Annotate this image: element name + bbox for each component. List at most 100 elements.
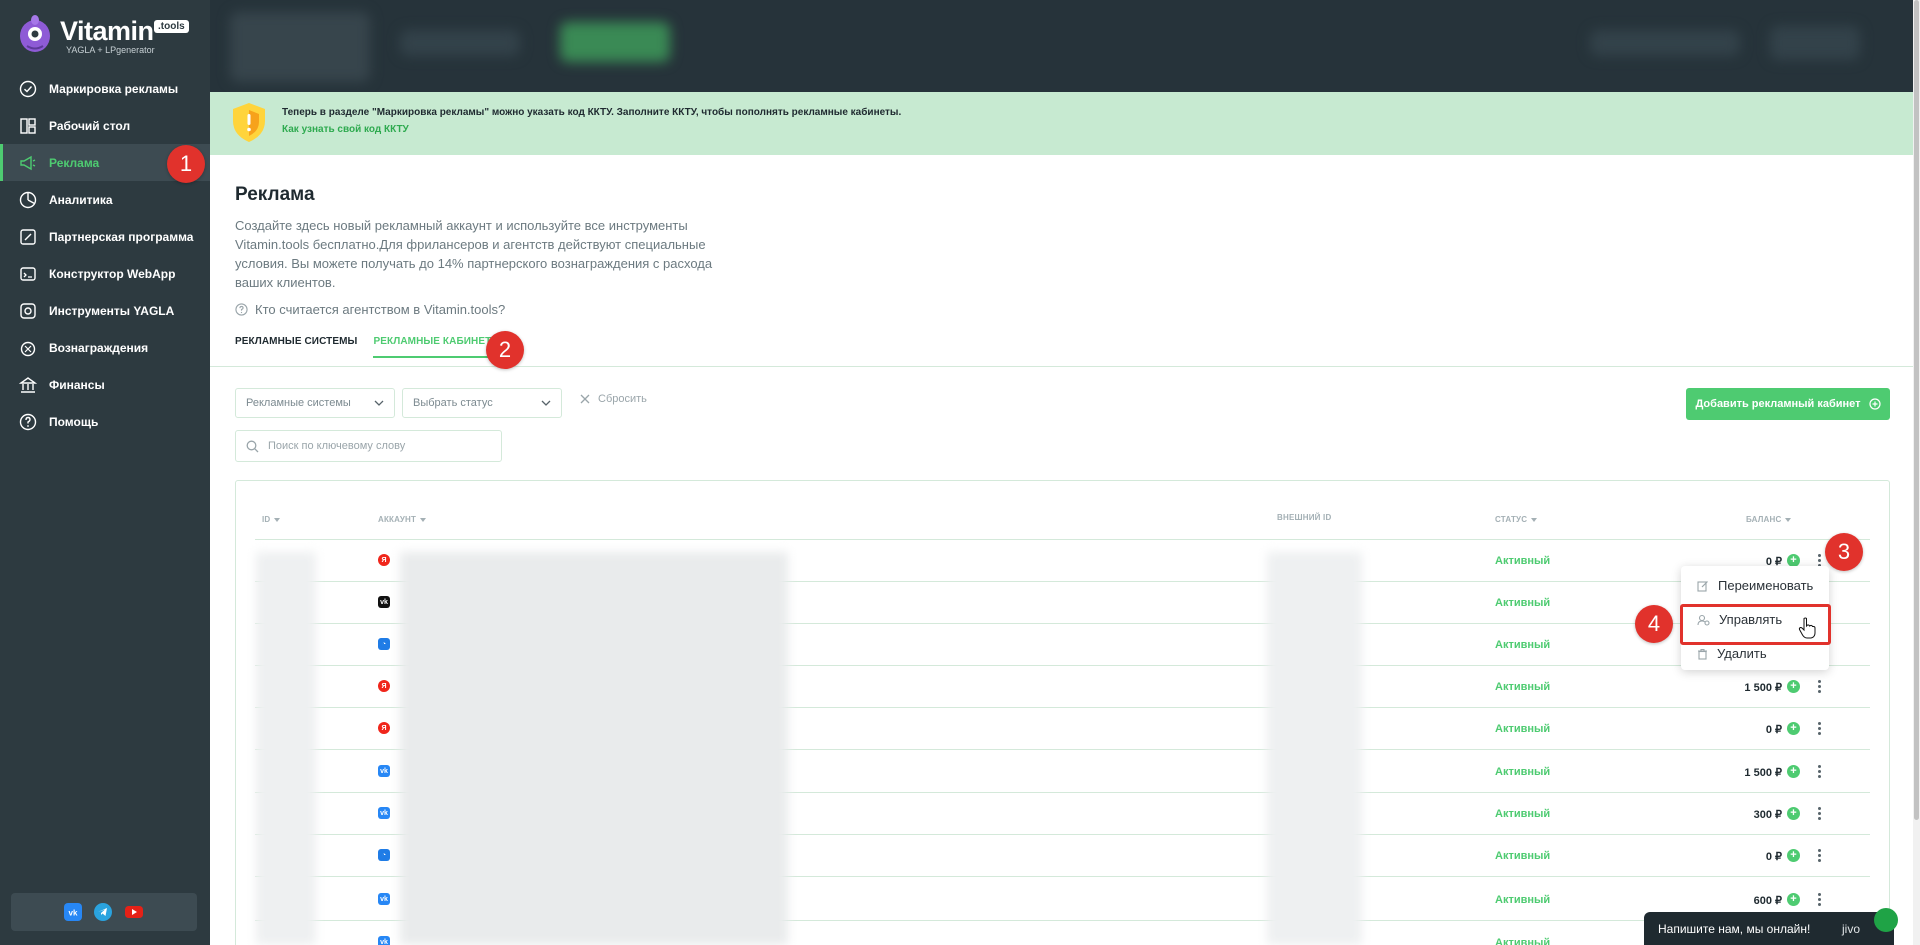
balance-value: 0 ₽ [1765,724,1782,736]
top-up-button[interactable]: + [1787,765,1800,778]
add-ad-account-button[interactable]: Добавить рекламный кабинет [1686,388,1890,420]
blurred-external-id-column [1267,552,1362,945]
delete-menu-item[interactable]: Удалить [1697,646,1767,661]
status-text: Активный [1495,937,1551,945]
sidebar-item-marking[interactable]: Маркировка рекламы [0,70,210,107]
tabs-divider [210,366,1915,367]
notice-link[interactable]: Как узнать свой код ККТУ [282,124,409,135]
yandex-icon: Я [378,722,390,734]
ad-systems-select[interactable]: Рекламные системы [235,388,395,418]
vk-icon: vk [378,893,390,905]
reset-filters-button[interactable]: Сбросить [580,393,647,405]
search-input[interactable] [268,440,488,452]
add-ad-account-label: Добавить рекламный кабинет [1695,398,1861,410]
sidebar-item-label: Инструменты YAGLA [49,303,175,318]
column-header-id[interactable]: ID [262,515,281,524]
chevron-down-icon [541,400,551,406]
page-title: Реклама [235,184,315,205]
sidebar-nav: Маркировка рекламы Рабочий стол Реклама … [0,70,210,440]
column-header-external-id: ВНЕШНИЙ ID [1277,513,1332,522]
sidebar-item-analytics[interactable]: Аналитика [0,181,210,218]
status-text: Активный [1495,555,1551,567]
sort-icon [420,517,427,522]
blurred-account-column [400,552,788,945]
row-menu-button[interactable] [1814,719,1824,737]
tabs: РЕКЛАМНЫЕ СИСТЕМЫ РЕКЛАМНЫЕ КАБИНЕТЫ [235,336,502,358]
balance-value: 600 ₽ [1753,895,1782,907]
topbar-blurred-button [560,22,670,62]
chevron-down-icon [374,400,384,406]
chat-widget[interactable]: Напишите нам, мы онлайн! jivo [1644,908,1898,945]
logo-subtitle: YAGLA + LPgenerator [66,45,155,55]
youtube-icon[interactable] [124,903,144,921]
balance-value: 1 500 ₽ [1744,767,1782,779]
chat-text: Напишите нам, мы онлайн! [1658,921,1811,936]
kktu-notice: Теперь в разделе "Маркировка рекламы" мо… [210,92,1915,155]
step-marker-4: 4 [1635,605,1673,643]
sidebar-item-label: Рабочий стол [49,118,131,133]
status-text: Активный [1495,681,1551,693]
logo[interactable]: Vitamin .tools YAGLA + LPgenerator [18,14,198,58]
row-menu-button[interactable] [1814,677,1824,695]
rename-label: Переименовать [1718,578,1814,593]
search-icon [246,440,259,452]
row-menu-button[interactable] [1814,762,1824,780]
column-header-account[interactable]: АККАУНТ [378,515,427,524]
sidebar-item-label: Реклама [49,155,100,170]
sidebar-item-label: Финансы [49,377,105,392]
edit-icon [1697,580,1708,592]
sidebar-item-partner[interactable]: Партнерская программа [0,218,210,255]
row-menu-button[interactable] [1814,890,1824,908]
top-up-button[interactable]: + [1787,849,1800,862]
status-text: Активный [1495,639,1551,651]
step-marker-3: 3 [1825,533,1863,571]
megaphone-icon [19,154,37,172]
sort-icon [1785,517,1792,522]
column-header-balance[interactable]: БАЛАНС [1746,515,1792,524]
row-menu-button[interactable] [1814,846,1824,864]
column-header-status[interactable]: СТАТУС [1495,515,1538,524]
sidebar-item-finance[interactable]: Финансы [0,366,210,403]
notice-text: Теперь в разделе "Маркировка рекламы" мо… [282,107,902,118]
sidebar-item-label: Конструктор WebApp [49,266,176,281]
sidebar-item-rewards[interactable]: Вознаграждения [0,329,210,366]
top-up-button[interactable]: + [1787,680,1800,693]
step-marker-2: 2 [486,331,524,369]
sidebar-item-help[interactable]: Помощь [0,403,210,440]
agency-question-link[interactable]: Кто считается агентством в Vitamin.tools… [235,302,505,317]
search-box [235,430,502,462]
check-circle-icon [19,80,37,98]
tab-ad-accounts[interactable]: РЕКЛАМНЫЕ КАБИНЕТЫ [373,336,502,358]
status-text: Активный [1495,766,1551,778]
sidebar-item-webapp[interactable]: Конструктор WebApp [0,255,210,292]
top-up-button[interactable]: + [1787,807,1800,820]
blurred-id-column [256,552,316,945]
status-text: Активный [1495,597,1551,609]
chat-online-indicator [1874,908,1898,932]
sidebar-item-label: Аналитика [49,192,113,207]
top-up-button[interactable]: + [1787,722,1800,735]
telegram-icon[interactable] [94,903,112,921]
row-menu-button[interactable] [1814,804,1824,822]
vk-ads-icon: vk [378,596,390,608]
sidebar-item-dashboard[interactable]: Рабочий стол [0,107,210,144]
tab-ad-systems[interactable]: РЕКЛАМНЫЕ СИСТЕМЫ [235,336,357,358]
topbar-blurred-user [1770,26,1860,60]
topbar-blurred-project [230,12,370,82]
status-select[interactable]: Выбрать статус [402,388,562,418]
logo-text: Vitamin [60,16,154,46]
vk-icon[interactable]: vk [64,903,82,921]
shield-warning-icon [233,103,265,142]
status-text: Активный [1495,850,1551,862]
step-marker-1: 1 [167,145,205,183]
sidebar-item-yagla[interactable]: Инструменты YAGLA [0,292,210,329]
rename-menu-item[interactable]: Переименовать [1697,578,1813,593]
help-icon [19,413,37,431]
sidebar: Vitamin .tools YAGLA + LPgenerator Марки… [0,0,210,945]
chat-brand: jivo [1841,922,1860,936]
scrollbar-thumb[interactable] [1914,0,1919,820]
top-up-button[interactable]: + [1787,893,1800,906]
sidebar-item-label: Маркировка рекламы [49,81,179,96]
question-icon [235,303,248,316]
sort-icon [274,517,281,522]
